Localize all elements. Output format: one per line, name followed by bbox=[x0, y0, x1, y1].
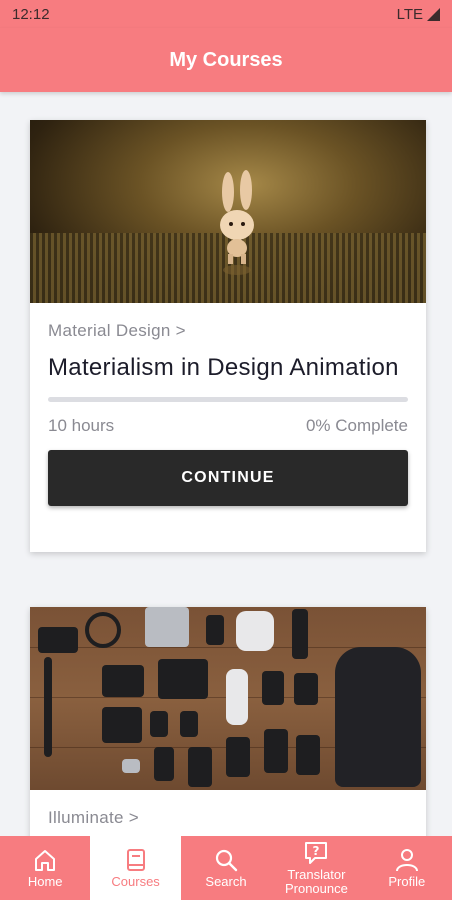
nav-profile[interactable]: Profile bbox=[362, 836, 452, 900]
nav-label: Courses bbox=[111, 874, 160, 889]
course-image bbox=[30, 607, 426, 790]
status-time: 12:12 bbox=[12, 5, 50, 23]
course-image bbox=[30, 120, 426, 303]
nav-translator[interactable]: ? Translator Pronounce bbox=[271, 836, 361, 900]
course-hours: 10 hours bbox=[48, 416, 115, 435]
course-card[interactable]: Illuminate > bbox=[30, 607, 426, 836]
svg-text:?: ? bbox=[313, 844, 320, 858]
continue-button[interactable]: CONTINUE bbox=[48, 450, 408, 506]
nav-courses[interactable]: Courses bbox=[90, 836, 181, 900]
nav-label: Search bbox=[205, 874, 247, 889]
nav-home[interactable]: Home bbox=[0, 836, 90, 900]
course-progress-label: 0% Complete bbox=[305, 416, 408, 435]
network-label: LTE bbox=[396, 5, 423, 23]
book-icon bbox=[126, 849, 145, 871]
status-bar: 12:12 LTE bbox=[0, 0, 452, 28]
course-category[interactable]: Material Design > bbox=[48, 321, 408, 341]
nav-search[interactable]: Search bbox=[181, 836, 271, 900]
search-icon bbox=[215, 849, 238, 872]
course-category[interactable]: Illuminate > bbox=[48, 808, 408, 828]
page-title: My Courses bbox=[169, 48, 283, 71]
bunny-figure-image bbox=[220, 170, 254, 275]
course-card[interactable]: Material Design > Materialism in Design … bbox=[30, 120, 426, 552]
person-icon bbox=[395, 849, 418, 872]
question-bubble-icon: ? bbox=[305, 842, 328, 864]
status-right: LTE bbox=[397, 6, 440, 23]
bottom-navigation: Home Courses Search ? Translator Pronoun… bbox=[0, 836, 452, 900]
course-list[interactable]: Material Design > Materialism in Design … bbox=[0, 92, 452, 836]
nav-label: Translator Pronounce bbox=[284, 867, 348, 896]
signal-icon bbox=[427, 7, 440, 21]
course-meta: 10 hours 0% Complete bbox=[48, 416, 408, 436]
course-progress-bar bbox=[48, 397, 408, 402]
app-bar: My Courses bbox=[0, 28, 452, 92]
home-icon bbox=[35, 850, 56, 871]
nav-label: Profile bbox=[388, 874, 426, 889]
course-title: Materialism in Design Animation bbox=[48, 354, 399, 381]
nav-label: Home bbox=[27, 874, 63, 889]
